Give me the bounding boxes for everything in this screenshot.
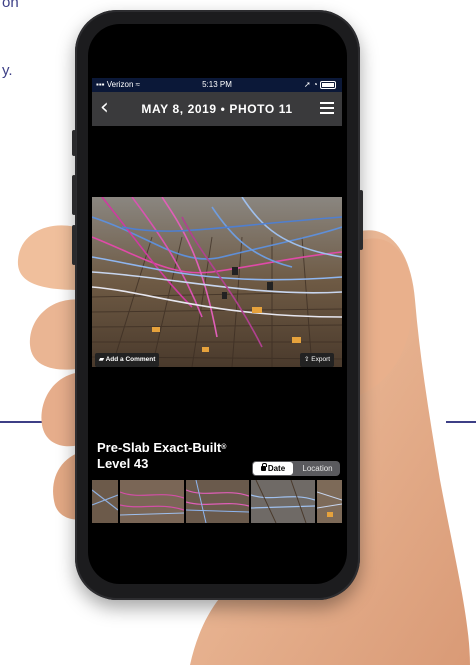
thumbnail-strip [92, 480, 342, 523]
phone-notch [145, 24, 290, 46]
site-photo[interactable] [92, 197, 342, 367]
export-icon: ⇪ [304, 356, 310, 363]
sort-option-location[interactable]: Location [295, 461, 340, 476]
add-comment-button[interactable]: ▰ Add a Comment [95, 353, 160, 367]
photo-caption: Pre-Slab Exact-Built® Level 43 [97, 440, 277, 472]
thumbnail[interactable] [317, 480, 342, 523]
export-label: Export [311, 356, 331, 363]
thumbnail-selected[interactable] [186, 480, 249, 523]
hamburger-menu-icon[interactable] [320, 102, 334, 117]
site-photo-image [92, 197, 342, 367]
export-button[interactable]: ⇪ Export [300, 353, 335, 367]
phone-volume-down-button [72, 225, 76, 265]
thumbnail[interactable] [251, 480, 315, 523]
phone-volume-up-button [72, 175, 76, 215]
comment-icon: ▰ [99, 356, 104, 363]
sort-option-location-label: Location [302, 464, 333, 473]
registered-mark: ® [221, 444, 227, 451]
sort-option-date[interactable]: Date [253, 462, 293, 475]
phone-side-button [72, 130, 76, 156]
battery-icon [320, 80, 336, 89]
alarm-icon: ◔ [312, 80, 318, 89]
thumbnail[interactable] [120, 480, 184, 523]
nav-bar: ‹ MAY 8, 2019 • PHOTO 11 [92, 92, 342, 126]
thumbnail[interactable] [92, 480, 118, 523]
add-comment-label: Add a Comment [105, 356, 156, 363]
sort-option-date-label: Date [267, 464, 286, 473]
caption-line-1: Pre-Slab Exact-Built [97, 440, 222, 455]
phone-power-button [359, 190, 363, 250]
status-bar: ▪▪▪ Verizon ≈ 5:13 PM ➚ ◔ [92, 78, 342, 92]
caption-line-2: Level 43 [97, 456, 149, 471]
location-icon: ➚ [303, 80, 311, 89]
sort-toggle: Date Location [252, 461, 340, 476]
page-title: MAY 8, 2019 • PHOTO 11 [141, 102, 293, 116]
lock-icon [260, 463, 267, 471]
status-icons: ➚ ◔ [304, 80, 336, 89]
